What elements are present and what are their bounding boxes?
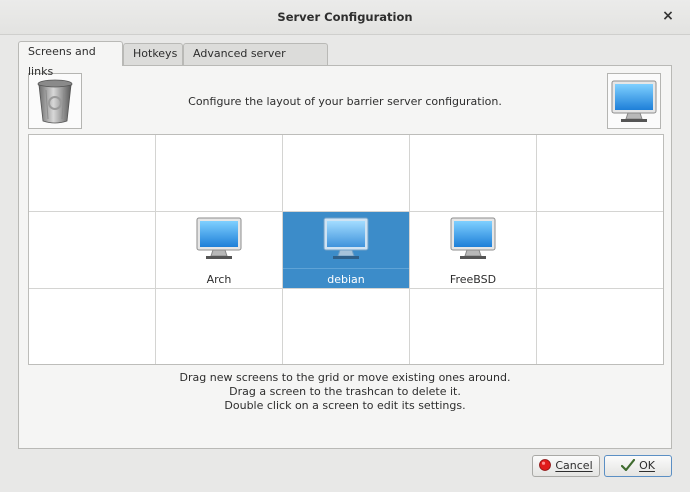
title-bar: Server Configuration ×	[0, 0, 690, 35]
tab-advanced-server-settings[interactable]: Advanced server settings	[183, 43, 328, 80]
instruction-line: Drag a screen to the trashcan to delete …	[229, 385, 461, 398]
screen-grid[interactable]: Arch debian FreeBSD	[28, 134, 664, 365]
cancel-button-label: Cancel	[555, 459, 593, 472]
tab-screens-and-links[interactable]: Screens and links	[18, 41, 123, 78]
cancel-icon	[539, 459, 552, 471]
header-description: Configure the layout of your barrier ser…	[188, 95, 502, 108]
monitor-icon	[450, 217, 496, 259]
screen-name-label: Arch	[206, 273, 232, 286]
screen-name-label: debian	[327, 273, 365, 286]
screen-cell[interactable]: Arch	[156, 212, 282, 288]
new-screen-monitor[interactable]	[607, 73, 661, 129]
monitor-icon	[323, 217, 369, 259]
ok-button-label: OK	[639, 459, 655, 472]
instructions: Drag new screens to the grid or move exi…	[19, 371, 671, 413]
checkmark-icon	[621, 459, 636, 471]
cancel-button[interactable]: Cancel	[532, 455, 600, 477]
instruction-line: Drag new screens to the grid or move exi…	[179, 371, 511, 384]
screens-and-links-panel: Configure the layout of your barrier ser…	[18, 65, 672, 449]
screen-cell-selected[interactable]: debian	[283, 212, 409, 288]
server-configuration-dialog: Server Configuration × Screens and links…	[0, 0, 690, 492]
window-title: Server Configuration	[277, 10, 413, 24]
monitor-icon	[611, 80, 657, 122]
screen-cell[interactable]: FreeBSD	[410, 212, 536, 288]
instruction-line: Double click on a screen to edit its set…	[224, 399, 466, 412]
monitor-icon	[196, 217, 242, 259]
close-icon[interactable]: ×	[660, 8, 676, 24]
screen-name-label: FreeBSD	[449, 273, 497, 286]
ok-button[interactable]: OK	[604, 455, 672, 477]
tab-hotkeys[interactable]: Hotkeys	[123, 43, 183, 65]
